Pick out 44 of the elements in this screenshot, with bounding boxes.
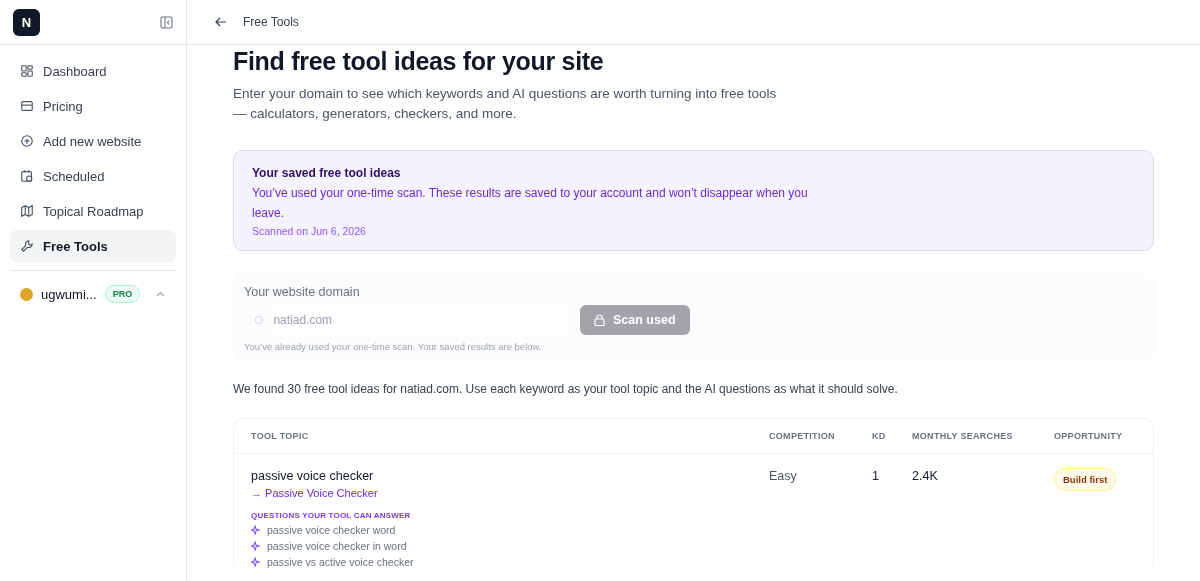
sidebar-toggle-icon[interactable] xyxy=(160,15,173,29)
tool-topic: passive voice checker xyxy=(251,469,375,483)
nav-item[interactable]: Add new website xyxy=(10,125,176,157)
map-icon xyxy=(20,204,34,218)
question-text: passive voice checker word xyxy=(267,524,396,536)
card-icon xyxy=(20,99,34,113)
results-summary: We found 30 free tool ideas for natiad.com. Use each keyword as your tool topic and the AI questions as what it should solve. xyxy=(233,382,899,396)
chevron-icon[interactable] xyxy=(156,291,166,297)
account-name[interactable]: ugwumi... xyxy=(41,286,97,302)
page-breadcrumb: Free Tools xyxy=(243,15,299,29)
nav-item[interactable]: Scheduled xyxy=(10,160,176,192)
competition-cell-text: Easy xyxy=(769,469,798,483)
nav-item[interactable]: Dashboard xyxy=(10,55,176,87)
nav-item[interactable]: Free Tools xyxy=(10,230,176,262)
tool-link[interactable]: → Passive Voice Checker xyxy=(251,487,378,499)
nav-item[interactable]: Topical Roadmap xyxy=(10,195,176,227)
plan-badge: PRO xyxy=(104,285,141,303)
column-header: MONTHLY SEARCHES xyxy=(912,431,1014,441)
scan-date: Scanned on Jun 6, 2026 xyxy=(252,225,367,237)
opportunity-badge: Build first xyxy=(1054,468,1117,491)
question-text: passive voice checker in word xyxy=(267,540,407,552)
field-label: Your website domain xyxy=(244,285,361,299)
field-hint: You’ve already used your one-time scan. Your saved results are below. xyxy=(244,341,543,352)
calendar-icon xyxy=(20,169,34,183)
page-subtitle: Enter your domain to see which keywords and AI questions are worth turning into free tools — calculators, generators, checkers, and more. xyxy=(233,85,778,123)
searches-cell-text: 2.4K xyxy=(912,469,939,483)
lock-icon xyxy=(594,314,605,326)
column-header: TOOL TOPIC xyxy=(251,431,310,441)
notice-text: You’ve used your one-time scan. These results are saved to your account and won’t disappear when you leave. xyxy=(252,185,809,222)
questions-heading: QUESTIONS YOUR TOOL CAN ANSWER xyxy=(251,511,412,520)
column-header: KD xyxy=(872,431,887,441)
column-header: COMPETITION xyxy=(769,431,836,441)
page-title: Find free tool ideas for your site xyxy=(233,47,605,76)
plus-circle-icon xyxy=(20,134,34,148)
wrench-icon xyxy=(20,239,34,253)
question-text: passive vs active voice checker xyxy=(267,556,414,568)
avatar xyxy=(20,287,33,301)
kd-cell-text: 1 xyxy=(872,469,880,483)
notice-title: Your saved free tool ideas xyxy=(252,166,402,180)
app-logo[interactable]: N xyxy=(13,8,40,36)
back-arrow-icon[interactable] xyxy=(215,17,227,27)
nav-item[interactable]: Pricing xyxy=(10,90,176,122)
grid-icon xyxy=(20,64,34,78)
column-header: OPPORTUNITY xyxy=(1054,431,1124,441)
